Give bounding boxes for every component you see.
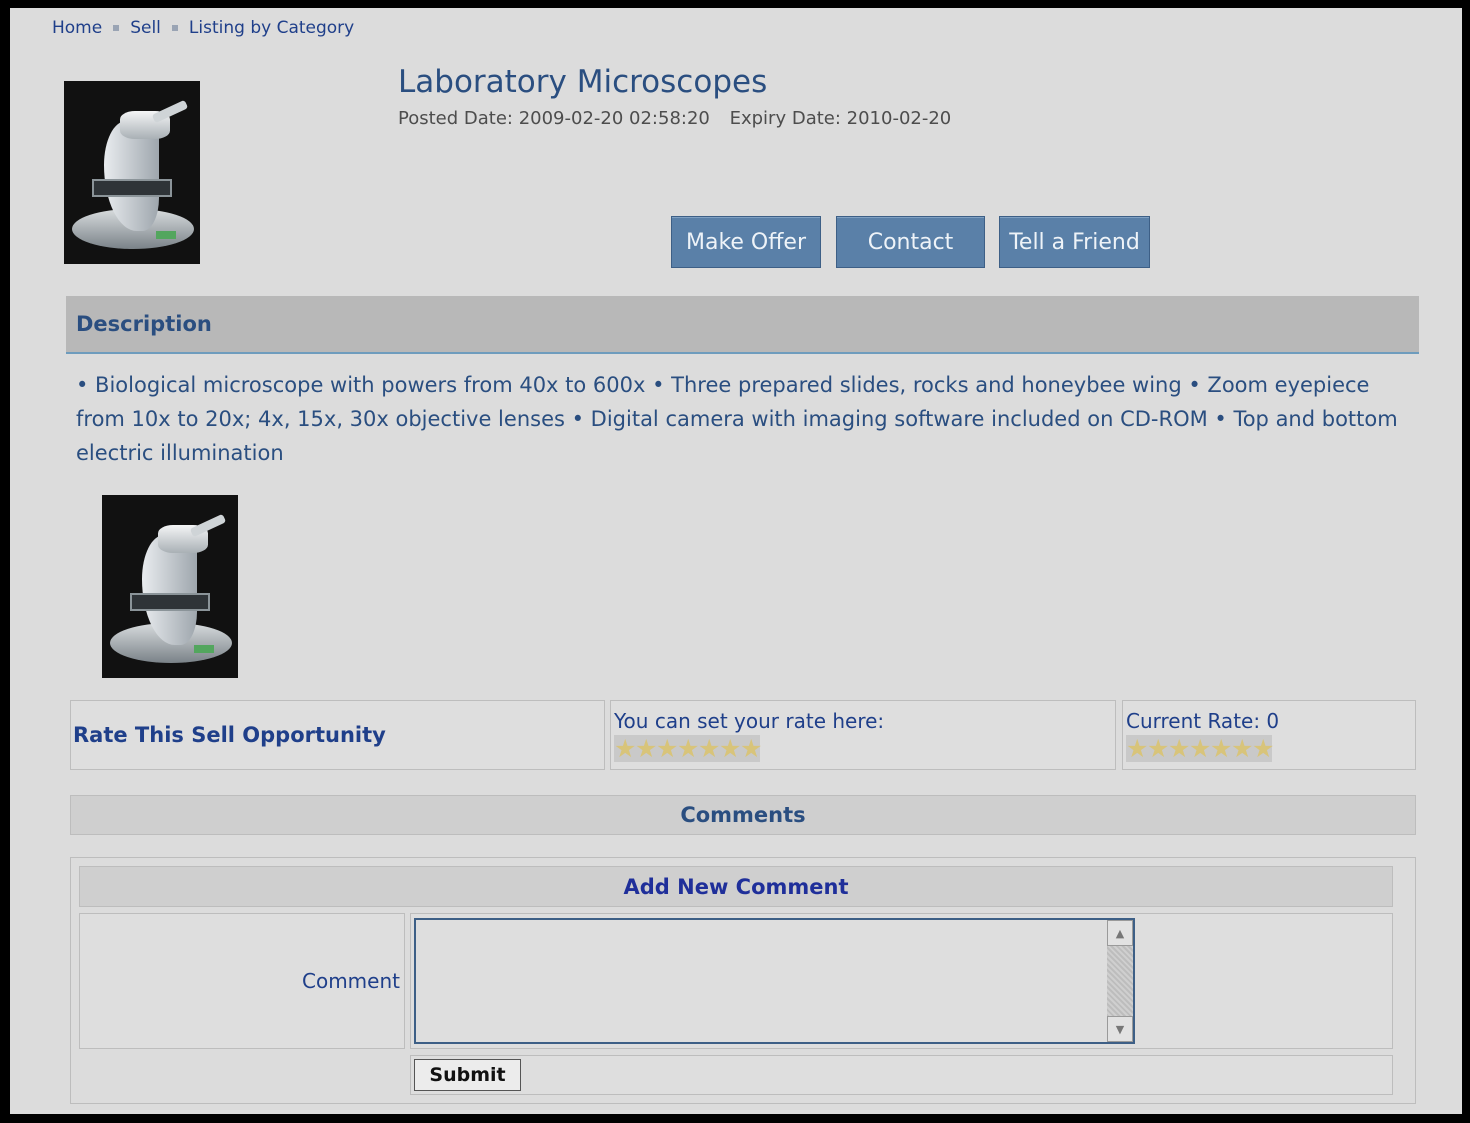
set-rate-text: You can set your rate here: <box>614 709 885 733</box>
current-rate-text: Current Rate: 0 <box>1126 709 1280 733</box>
star-icon[interactable]: ★ <box>614 736 636 761</box>
breadcrumb-home[interactable]: Home <box>52 18 102 38</box>
rate-label: Rate This Sell Opportunity <box>73 723 386 747</box>
set-rate-cell: You can set your rate here: ★ ★ ★ ★ ★ ★ ★ <box>610 700 1116 770</box>
tell-a-friend-button[interactable]: Tell a Friend <box>999 216 1150 268</box>
page: Home Sell Listing by Category Laboratory… <box>10 8 1462 1114</box>
expiry-date: Expiry Date: 2010-02-20 <box>729 108 952 129</box>
breadcrumb-sell[interactable]: Sell <box>130 18 161 38</box>
description-header: Description <box>66 296 1419 354</box>
listing-dates: Posted Date: 2009-02-20 02:58:20 Expiry … <box>398 108 951 129</box>
textarea-scrollbar[interactable]: ▲ ▼ <box>1107 920 1133 1042</box>
star-icon: ★ <box>1231 734 1254 763</box>
star-icon[interactable]: ★ <box>677 736 699 761</box>
add-comment-header: Add New Comment <box>79 866 1393 907</box>
posted-date: Posted Date: 2009-02-20 02:58:20 <box>398 108 710 129</box>
star-icon[interactable]: ★ <box>719 736 741 761</box>
star-icon[interactable]: ★ <box>740 736 762 761</box>
star-icon: ★ <box>1147 734 1170 763</box>
star-icon[interactable]: ★ <box>698 736 720 761</box>
submit-cell <box>410 1055 1393 1095</box>
scroll-up-icon[interactable]: ▲ <box>1107 920 1133 946</box>
star-icon: ★ <box>1126 734 1149 763</box>
comment-textarea[interactable]: ▲ ▼ <box>414 918 1135 1044</box>
breadcrumb: Home Sell Listing by Category <box>52 18 354 38</box>
rate-label-cell: Rate This Sell Opportunity <box>70 700 605 770</box>
contact-button[interactable]: Contact <box>836 216 985 268</box>
comment-label: Comment <box>302 969 400 993</box>
comment-label-cell: Comment <box>79 913 405 1049</box>
star-icon: ★ <box>1168 734 1191 763</box>
breadcrumb-separator <box>171 25 178 31</box>
comments-header: Comments <box>70 795 1416 835</box>
star-icon: ★ <box>1189 734 1212 763</box>
star-icon: ★ <box>1210 734 1233 763</box>
current-rate-stars: ★ ★ ★ ★ ★ ★ ★ <box>1126 734 1275 763</box>
product-photo[interactable] <box>64 81 200 264</box>
product-photo-large[interactable] <box>102 495 238 678</box>
breadcrumb-separator <box>113 25 120 31</box>
breadcrumb-listing-by-category[interactable]: Listing by Category <box>189 18 354 38</box>
description-text: • Biological microscope with powers from… <box>76 373 1398 465</box>
rate-star-input[interactable]: ★ ★ ★ ★ ★ ★ ★ <box>614 735 762 762</box>
scroll-down-icon[interactable]: ▼ <box>1107 1016 1133 1042</box>
listing-title: Laboratory Microscopes <box>398 64 768 100</box>
star-icon[interactable]: ★ <box>656 736 678 761</box>
submit-button[interactable]: Submit <box>414 1059 521 1091</box>
make-offer-button[interactable]: Make Offer <box>671 216 821 268</box>
current-rate-cell: Current Rate: 0 ★ ★ ★ ★ ★ ★ ★ <box>1122 700 1416 770</box>
star-icon[interactable]: ★ <box>635 736 657 761</box>
star-icon: ★ <box>1252 734 1275 763</box>
